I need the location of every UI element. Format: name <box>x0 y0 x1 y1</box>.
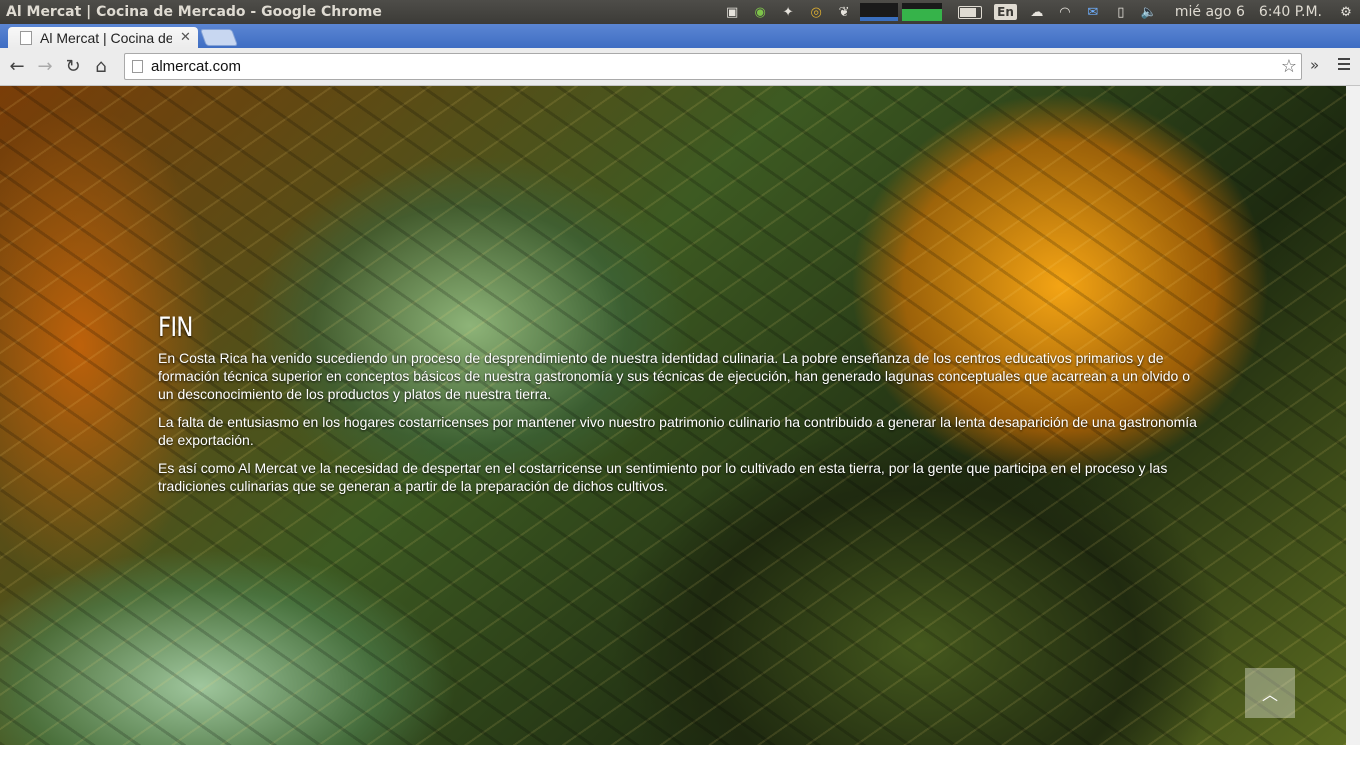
pidgin-icon[interactable]: ❦ <box>833 2 855 22</box>
window-title: Al Mercat | Cocina de Mercado - Google C… <box>6 4 382 20</box>
chrome-icon[interactable]: ◎ <box>805 2 827 22</box>
paragraph: En Costa Rica ha venido sucediendo un pr… <box>158 350 1190 402</box>
new-tab-button[interactable] <box>199 29 239 46</box>
scroll-to-top-button[interactable]: ︿ <box>1245 668 1295 718</box>
system-tray: ▣ ◉ ✦ ◎ ❦ En ☁ ◠ ✉ ▯ 🔈 mié ago 6 6:40 P.… <box>718 0 1360 24</box>
page-viewport: FIN En Costa Rica ha venido sucediendo u… <box>0 86 1346 745</box>
volume-icon[interactable]: 🔈 <box>1138 2 1160 22</box>
dropbox-icon[interactable]: ✦ <box>777 2 799 22</box>
os-top-panel: Al Mercat | Cocina de Mercado - Google C… <box>0 0 1360 24</box>
section-heading: FIN <box>158 312 193 343</box>
forward-button[interactable]: → <box>31 53 59 81</box>
page-icon <box>132 60 143 73</box>
system-load-monitor-icon[interactable] <box>860 3 899 21</box>
keyboard-language-indicator[interactable]: En <box>994 4 1017 20</box>
paragraph: Es así como Al Mercat ve la necesidad de… <box>158 460 1168 494</box>
paragraph: La falta de entusiasmo en los hogares co… <box>158 414 1197 448</box>
mail-icon[interactable]: ✉ <box>1082 2 1104 22</box>
content-section: FIN En Costa Rica ha venido sucediendo u… <box>158 312 1198 505</box>
chevron-up-icon: ︿ <box>1261 685 1278 704</box>
clock-date[interactable]: mié ago 6 <box>1175 4 1245 20</box>
url-text[interactable]: almercat.com <box>151 58 241 75</box>
tab-title: Al Mercat | Cocina de Mercado <box>40 29 172 46</box>
close-tab-icon[interactable]: ✕ <box>180 30 191 45</box>
browser-tab-active[interactable]: Al Mercat | Cocina de Mercado ✕ <box>8 27 198 48</box>
page-favicon-icon <box>20 30 32 45</box>
spotify-icon[interactable]: ◉ <box>749 2 771 22</box>
network-monitor-icon[interactable] <box>902 3 943 21</box>
gear-icon[interactable]: ⚙ <box>1335 2 1357 22</box>
screenshot-app-icon[interactable]: ▣ <box>721 2 743 22</box>
battery-icon[interactable] <box>958 5 983 19</box>
reload-button[interactable]: ↻ <box>59 53 87 81</box>
page-bottom-area <box>0 745 1360 768</box>
chrome-menu-icon[interactable] <box>1338 58 1350 73</box>
phone-icon[interactable]: ▯ <box>1110 2 1132 22</box>
back-button[interactable]: ← <box>3 53 31 81</box>
extensions-overflow-icon[interactable]: » <box>1310 56 1319 74</box>
bookmark-star-icon[interactable]: ☆ <box>1281 56 1297 77</box>
cloud-icon[interactable]: ☁ <box>1026 2 1048 22</box>
address-bar[interactable]: almercat.com ☆ <box>124 53 1302 80</box>
home-button[interactable]: ⌂ <box>87 53 115 81</box>
wifi-icon[interactable]: ◠ <box>1054 2 1076 22</box>
page-scrollbar[interactable] <box>1346 86 1360 745</box>
clock-time[interactable]: 6:40 P.M. <box>1259 4 1322 20</box>
browser-toolbar: ← → ↻ ⌂ almercat.com ☆ » <box>0 48 1360 86</box>
tab-strip: Al Mercat | Cocina de Mercado ✕ <box>0 24 1360 48</box>
